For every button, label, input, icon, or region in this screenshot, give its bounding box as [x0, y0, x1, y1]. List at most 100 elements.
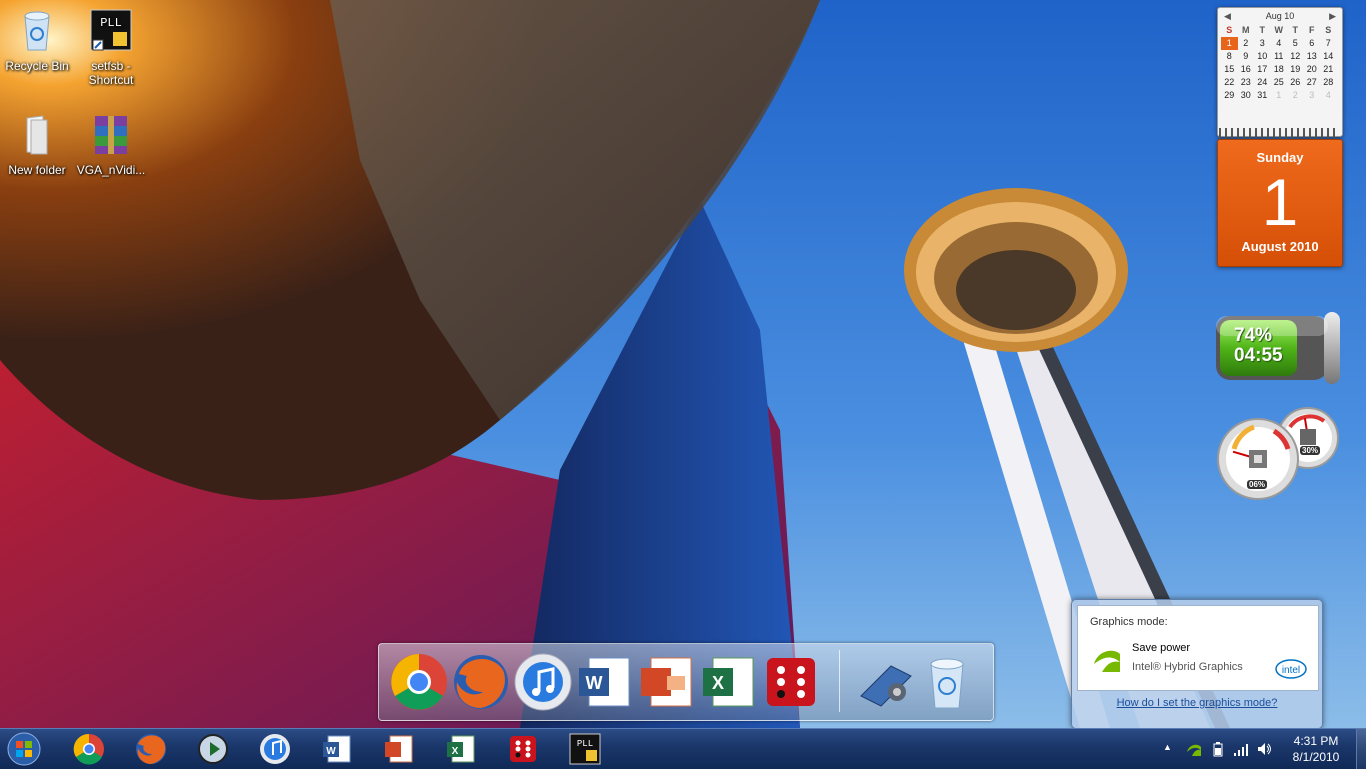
system-clock[interactable]: 4:31 PM 8/1/2010	[1280, 733, 1352, 765]
start-button[interactable]	[4, 731, 44, 767]
network-signal-icon[interactable]	[1233, 741, 1249, 757]
calendar-day-today[interactable]: 1	[1221, 37, 1238, 50]
calendar-day[interactable]: 2	[1238, 37, 1255, 50]
calendar-day[interactable]: 27	[1304, 76, 1321, 89]
power-tray-icon[interactable]	[1210, 741, 1226, 757]
show-desktop-button[interactable]	[1356, 729, 1366, 769]
svg-text:W: W	[326, 746, 336, 757]
clock-date: 8/1/2010	[1292, 750, 1340, 764]
application-dock: W X	[378, 643, 994, 721]
chrome-icon[interactable]	[389, 652, 449, 712]
calendar-day[interactable]: 19	[1287, 63, 1304, 76]
taskbar-firefox-icon[interactable]	[134, 732, 168, 766]
calendar-day[interactable]: 4	[1320, 89, 1337, 102]
calendar-day[interactable]: 9	[1238, 50, 1255, 63]
calendar-day[interactable]: 30	[1238, 89, 1255, 102]
calendar-day[interactable]: 21	[1320, 63, 1337, 76]
nvidia-icon	[1094, 650, 1120, 672]
taskbar-dice-app-icon[interactable]	[506, 732, 540, 766]
excel-icon[interactable]: X	[699, 652, 759, 712]
memory-usage-label: 30%	[1300, 446, 1321, 455]
calendar-day[interactable]: 8	[1221, 50, 1238, 63]
calendar-day[interactable]: 10	[1254, 50, 1271, 63]
folder-icon	[26, 115, 48, 155]
setfsb-shortcut-icon: PLL	[90, 9, 132, 51]
calendar-day[interactable]: 17	[1254, 63, 1271, 76]
calendar-day[interactable]: 28	[1320, 76, 1337, 89]
calendar-gadget[interactable]: ◀ Aug 10 ▶ S M T W T F S 1 2 3 4 5 6 7 8 9 10 11 12 13 14 15 1…	[1217, 7, 1343, 267]
calendar-day[interactable]: 31	[1254, 89, 1271, 102]
calendar-month-view: ◀ Aug 10 ▶ S M T W T F S 1 2 3 4 5 6 7 8 9 10 11 12 13 14 15 1…	[1217, 7, 1343, 137]
svg-text:X: X	[452, 746, 459, 757]
word-icon[interactable]: W	[575, 652, 635, 712]
svg-text:W: W	[586, 673, 603, 693]
calendar-weekday-header: F	[1309, 25, 1315, 35]
firefox-icon[interactable]	[451, 652, 511, 712]
taskbar-excel-icon[interactable]: X	[444, 732, 478, 766]
taskbar-powerpoint-icon[interactable]	[382, 732, 416, 766]
battery-readout: 74% 04:55	[1234, 326, 1283, 366]
calendar-day[interactable]: 4	[1271, 37, 1288, 50]
calendar-day[interactable]: 2	[1287, 89, 1304, 102]
graphics-mode-help-link[interactable]: How do I set the graphics mode?	[1072, 697, 1322, 709]
taskbar-setfsb-icon[interactable]: PLL	[568, 732, 602, 766]
calendar-grid: S M T W T F S 1 2 3 4 5 6 7 8 9 10 11 12 13 14 15 16 17 18 19 20 21…	[1221, 24, 1342, 102]
taskbar-itunes-icon[interactable]	[258, 732, 292, 766]
show-hidden-icons-icon[interactable]: ▲	[1163, 742, 1179, 758]
calendar-day[interactable]: 3	[1254, 37, 1271, 50]
svg-text:PLL: PLL	[100, 16, 122, 30]
calendar-day[interactable]: 24	[1254, 76, 1271, 89]
calendar-month-label: Aug 10	[1265, 11, 1295, 21]
previous-month-icon[interactable]: ◀	[1224, 8, 1231, 24]
cpu-meter-gauges	[1217, 407, 1339, 500]
calendar-weekday-header: W	[1274, 25, 1284, 35]
calendar-day[interactable]: 11	[1271, 50, 1288, 63]
calendar-day[interactable]: 22	[1221, 76, 1238, 89]
itunes-icon[interactable]	[513, 652, 573, 712]
desktop-icon-recycle-bin[interactable]: Recycle Bin	[0, 6, 74, 73]
popup-title: Graphics mode:	[1090, 616, 1168, 628]
taskbar-word-icon[interactable]: W	[320, 732, 354, 766]
desktop-icon-label: New folder	[8, 163, 66, 177]
calendar-day[interactable]: 18	[1271, 63, 1288, 76]
calendar-day[interactable]: 1	[1271, 89, 1288, 102]
calendar-day[interactable]: 25	[1271, 76, 1288, 89]
cpu-meter-gadget[interactable]: 06% 30%	[1214, 405, 1344, 500]
calendar-day[interactable]: 7	[1320, 37, 1337, 50]
volume-icon[interactable]	[1257, 741, 1273, 757]
calendar-day[interactable]: 12	[1287, 50, 1304, 63]
calendar-day[interactable]: 15	[1221, 63, 1238, 76]
winrar-archive-icon	[95, 116, 127, 154]
cpu-usage-label: 06%	[1247, 480, 1268, 489]
desktop-icon-label: Recycle Bin	[5, 59, 69, 73]
calendar-day[interactable]: 6	[1304, 37, 1321, 50]
graphics-adapter-label: Intel® Hybrid Graphics	[1132, 661, 1243, 673]
calendar-day[interactable]: 5	[1287, 37, 1304, 50]
taskbar-media-center-icon[interactable]	[196, 732, 230, 766]
calendar-weekday-header: S	[1226, 25, 1233, 35]
calendar-day[interactable]: 3	[1304, 89, 1321, 102]
calendar-day[interactable]: 13	[1304, 50, 1321, 63]
battery-gadget[interactable]: 74% 04:55	[1214, 308, 1342, 386]
calendar-day[interactable]: 23	[1238, 76, 1255, 89]
next-month-icon[interactable]: ▶	[1329, 8, 1336, 24]
svg-text:PLL: PLL	[577, 739, 593, 749]
powerpoint-icon[interactable]	[637, 652, 697, 712]
recycle-bin-icon[interactable]	[917, 652, 977, 712]
dock-settings-icon[interactable]	[855, 652, 915, 712]
calendar-day[interactable]: 16	[1238, 63, 1255, 76]
calendar-day[interactable]: 20	[1304, 63, 1321, 76]
calendar-day[interactable]: 29	[1221, 89, 1238, 102]
svg-text:X: X	[712, 673, 724, 693]
desktop-icon-vga-archive[interactable]: VGA_nVidi...	[74, 110, 148, 177]
taskbar: W X PLL ▲ 4:31 PM 8/1/2010	[0, 728, 1366, 769]
calendar-day[interactable]: 14	[1320, 50, 1337, 63]
taskbar-chrome-icon[interactable]	[72, 732, 106, 766]
graphics-mode-value: Save power	[1132, 642, 1191, 654]
dice-app-icon[interactable]	[761, 652, 821, 712]
calendar-day[interactable]: 26	[1287, 76, 1304, 89]
desktop-icon-setfsb-shortcut[interactable]: PLL setfsb - Shortcut	[74, 6, 148, 87]
nvidia-tray-icon[interactable]	[1186, 741, 1202, 757]
calendar-header: ◀ Aug 10 ▶	[1218, 8, 1342, 24]
desktop-icon-new-folder[interactable]: New folder	[0, 110, 74, 177]
